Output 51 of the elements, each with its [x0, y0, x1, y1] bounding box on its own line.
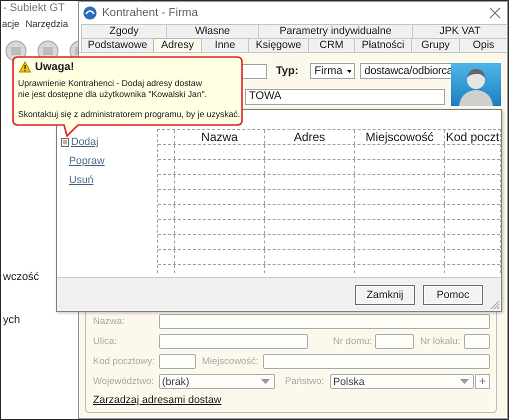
sidebar-item[interactable]: wczość	[3, 271, 40, 283]
field-label: Ulica:	[93, 336, 118, 347]
sidebar-item[interactable]: ych	[3, 314, 20, 326]
column-header[interactable]: Adres	[265, 130, 355, 144]
action-link[interactable]: Dodaj	[71, 136, 98, 148]
app-icon	[83, 6, 97, 20]
tab[interactable]: Własne	[166, 24, 258, 38]
warning-icon	[19, 61, 31, 73]
field-label: Kod pocztowy:	[93, 356, 156, 367]
tab[interactable]: Zgody	[81, 24, 166, 38]
tab[interactable]: Inne	[201, 38, 248, 52]
column-header[interactable]: Nazwa	[175, 130, 265, 144]
dialog-button[interactable]: Pomoc	[423, 284, 483, 304]
role-dropdown[interactable]: dostawca/odbiorca	[360, 63, 452, 79]
field-label: Miejscowość:	[202, 356, 258, 367]
action-link[interactable]: Usuń	[69, 174, 94, 186]
tab[interactable]: CRM	[308, 38, 354, 52]
tab[interactable]: JPK VAT	[412, 24, 507, 38]
caret-icon	[460, 379, 469, 384]
type-dropdown[interactable]: Firma	[310, 63, 356, 79]
menu-item[interactable]: acje	[2, 19, 20, 30]
action-link[interactable]: Popraw	[69, 155, 105, 167]
close-icon[interactable]	[489, 7, 501, 19]
tab[interactable]: Podstawowe	[81, 38, 153, 52]
field-label: Nazwa:	[93, 316, 126, 327]
window-title: Kontrahent - Firma	[102, 7, 199, 19]
column-header[interactable]: Miejscowość	[355, 130, 445, 144]
tab[interactable]: Grupy	[411, 38, 459, 52]
name-field[interactable]: TOWA	[245, 89, 445, 105]
column-header[interactable]: Kod poczt	[445, 130, 500, 144]
tooltip-title: Uwaga!	[35, 61, 74, 73]
tab[interactable]: Płatności	[354, 38, 411, 52]
tab[interactable]: Parametry indywidualne	[258, 24, 412, 38]
field-label: Państwo:	[285, 376, 324, 387]
tooltip-note: Skontaktuj się z administratorem programu, by je uzyskać.	[18, 109, 242, 120]
tooltip-message: Uprawnienie Kontrahenci - Dodaj adresy dostaw nie jest dostępne dla użytkownika "Kowalski Jan".	[18, 78, 208, 100]
caret-icon	[261, 379, 270, 384]
tab[interactable]: Adresy	[153, 38, 201, 52]
dialog-button[interactable]: Zamknij	[355, 284, 415, 304]
field-label: Nr domu:	[333, 336, 372, 347]
tab[interactable]: Opis	[459, 38, 507, 52]
app-title: - Subiekt GT	[3, 2, 65, 14]
field-label: Województwo:	[93, 376, 156, 387]
field-label: Nr lokalu:	[420, 336, 460, 347]
resize-grip-icon	[489, 299, 500, 310]
field-label: Typ:	[276, 65, 298, 77]
document-icon	[61, 138, 69, 146]
caret-icon	[346, 68, 352, 74]
menu-item[interactable]: Narzędzia	[25, 19, 68, 30]
avatar-icon	[451, 63, 501, 106]
tab[interactable]: Księgowe	[248, 38, 308, 52]
